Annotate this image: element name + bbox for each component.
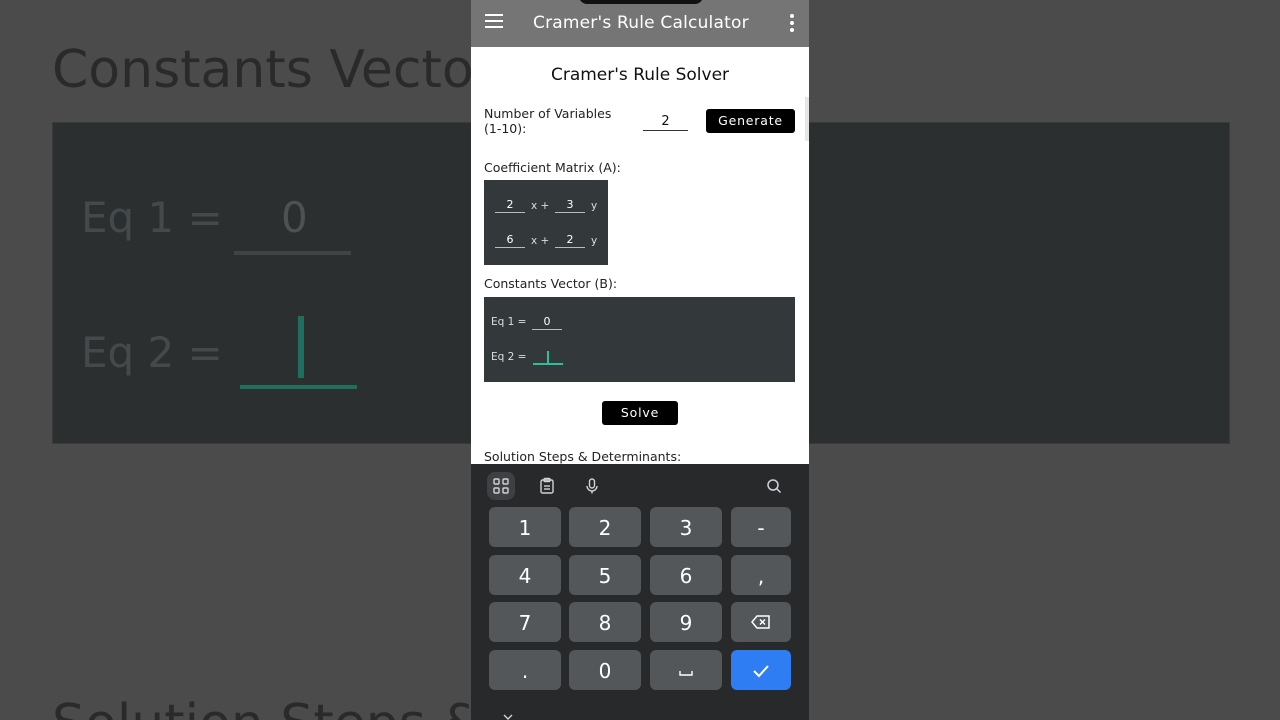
key-7[interactable]: 7 — [489, 602, 561, 642]
coefficient-matrix-label: Coefficient Matrix (A): — [484, 160, 621, 175]
key-5[interactable]: 5 — [569, 555, 641, 595]
mic-icon[interactable] — [578, 472, 606, 500]
solution-steps-label: Solution Steps & Determinants: — [484, 449, 682, 464]
search-icon[interactable] — [760, 472, 788, 500]
key-0[interactable]: 0 — [569, 650, 641, 690]
key-9[interactable]: 9 — [650, 602, 722, 642]
key-2[interactable]: 2 — [569, 507, 641, 547]
matrix-cell-a21[interactable]: 6 — [495, 233, 525, 248]
num-vars-input[interactable]: 2 — [643, 114, 688, 131]
key-minus[interactable]: - — [731, 507, 791, 547]
camera-notch — [579, 0, 703, 4]
coefficient-matrix: 2 x + 3 y 6 x + 2 y — [484, 180, 608, 265]
grid-icon[interactable] — [487, 472, 515, 500]
matrix-var-y-row2: y — [591, 235, 598, 247]
eq2-input[interactable] — [533, 349, 563, 365]
matrix-cell-a12[interactable]: 3 — [555, 198, 585, 213]
backspace-icon[interactable] — [731, 602, 791, 642]
key-comma[interactable]: , — [731, 555, 791, 595]
matrix-var-x-row2: x + — [531, 235, 550, 247]
bg-steps-heading: Solution Steps & : — [52, 694, 517, 720]
more-vert-icon[interactable] — [789, 14, 795, 32]
page-title: Cramer's Rule Solver — [550, 65, 730, 85]
bg-eq2-underline — [240, 385, 357, 389]
num-vars-label-line1: Number of Variables — [484, 106, 612, 121]
key-period[interactable]: . — [489, 650, 561, 690]
constants-vector: Eq 1 = 0 Eq 2 = — [484, 297, 795, 382]
matrix-cell-a11[interactable]: 2 — [495, 198, 525, 213]
constants-vector-label: Constants Vector (B): — [484, 276, 618, 291]
app-bar: Cramer's Rule Calculator — [471, 0, 809, 47]
matrix-var-x-row1: x + — [531, 200, 550, 212]
key-3[interactable]: 3 — [650, 507, 722, 547]
matrix-var-y-row1: y — [591, 200, 598, 212]
eq2-label: Eq 2 = — [491, 351, 527, 363]
key-1[interactable]: 1 — [489, 507, 561, 547]
phone-screen: Cramer's Rule Calculator Cramer's Rule S… — [471, 0, 809, 720]
solve-button[interactable]: Solve — [602, 401, 678, 425]
app-title: Cramer's Rule Calculator — [533, 13, 749, 33]
text-cursor — [547, 351, 549, 364]
key-6[interactable]: 6 — [650, 555, 722, 595]
key-8[interactable]: 8 — [569, 602, 641, 642]
hide-keyboard-chevron-icon[interactable] — [503, 708, 513, 720]
matrix-cell-a22[interactable]: 2 — [555, 233, 585, 248]
num-vars-label-line2: (1-10): — [484, 121, 527, 136]
bg-text-cursor — [298, 316, 304, 378]
key-4[interactable]: 4 — [489, 555, 561, 595]
hamburger-menu-icon[interactable] — [485, 14, 503, 28]
main-content[interactable]: Cramer's Rule Solver Number of Variables… — [471, 47, 809, 464]
bg-eq1-value: 0 — [281, 193, 308, 242]
bg-heading: Constants Vecto — [52, 40, 474, 100]
enter-check-icon[interactable] — [731, 650, 791, 690]
clipboard-icon[interactable] — [533, 472, 561, 500]
num-vars-label: Number of Variables (1-10): — [484, 106, 611, 136]
numeric-keyboard: 1 2 3 - 4 5 6 , 7 8 9 . 0 — [471, 464, 809, 720]
bg-eq2-label: Eq 2 = — [81, 328, 223, 377]
eq1-label: Eq 1 = — [491, 316, 527, 328]
scrollbar[interactable] — [805, 97, 809, 141]
generate-button[interactable]: Generate — [706, 109, 795, 133]
bg-eq1-label: Eq 1 = — [81, 193, 223, 242]
bg-eq1-underline — [234, 251, 351, 255]
space-key[interactable] — [650, 650, 722, 690]
eq1-input[interactable]: 0 — [532, 315, 562, 330]
